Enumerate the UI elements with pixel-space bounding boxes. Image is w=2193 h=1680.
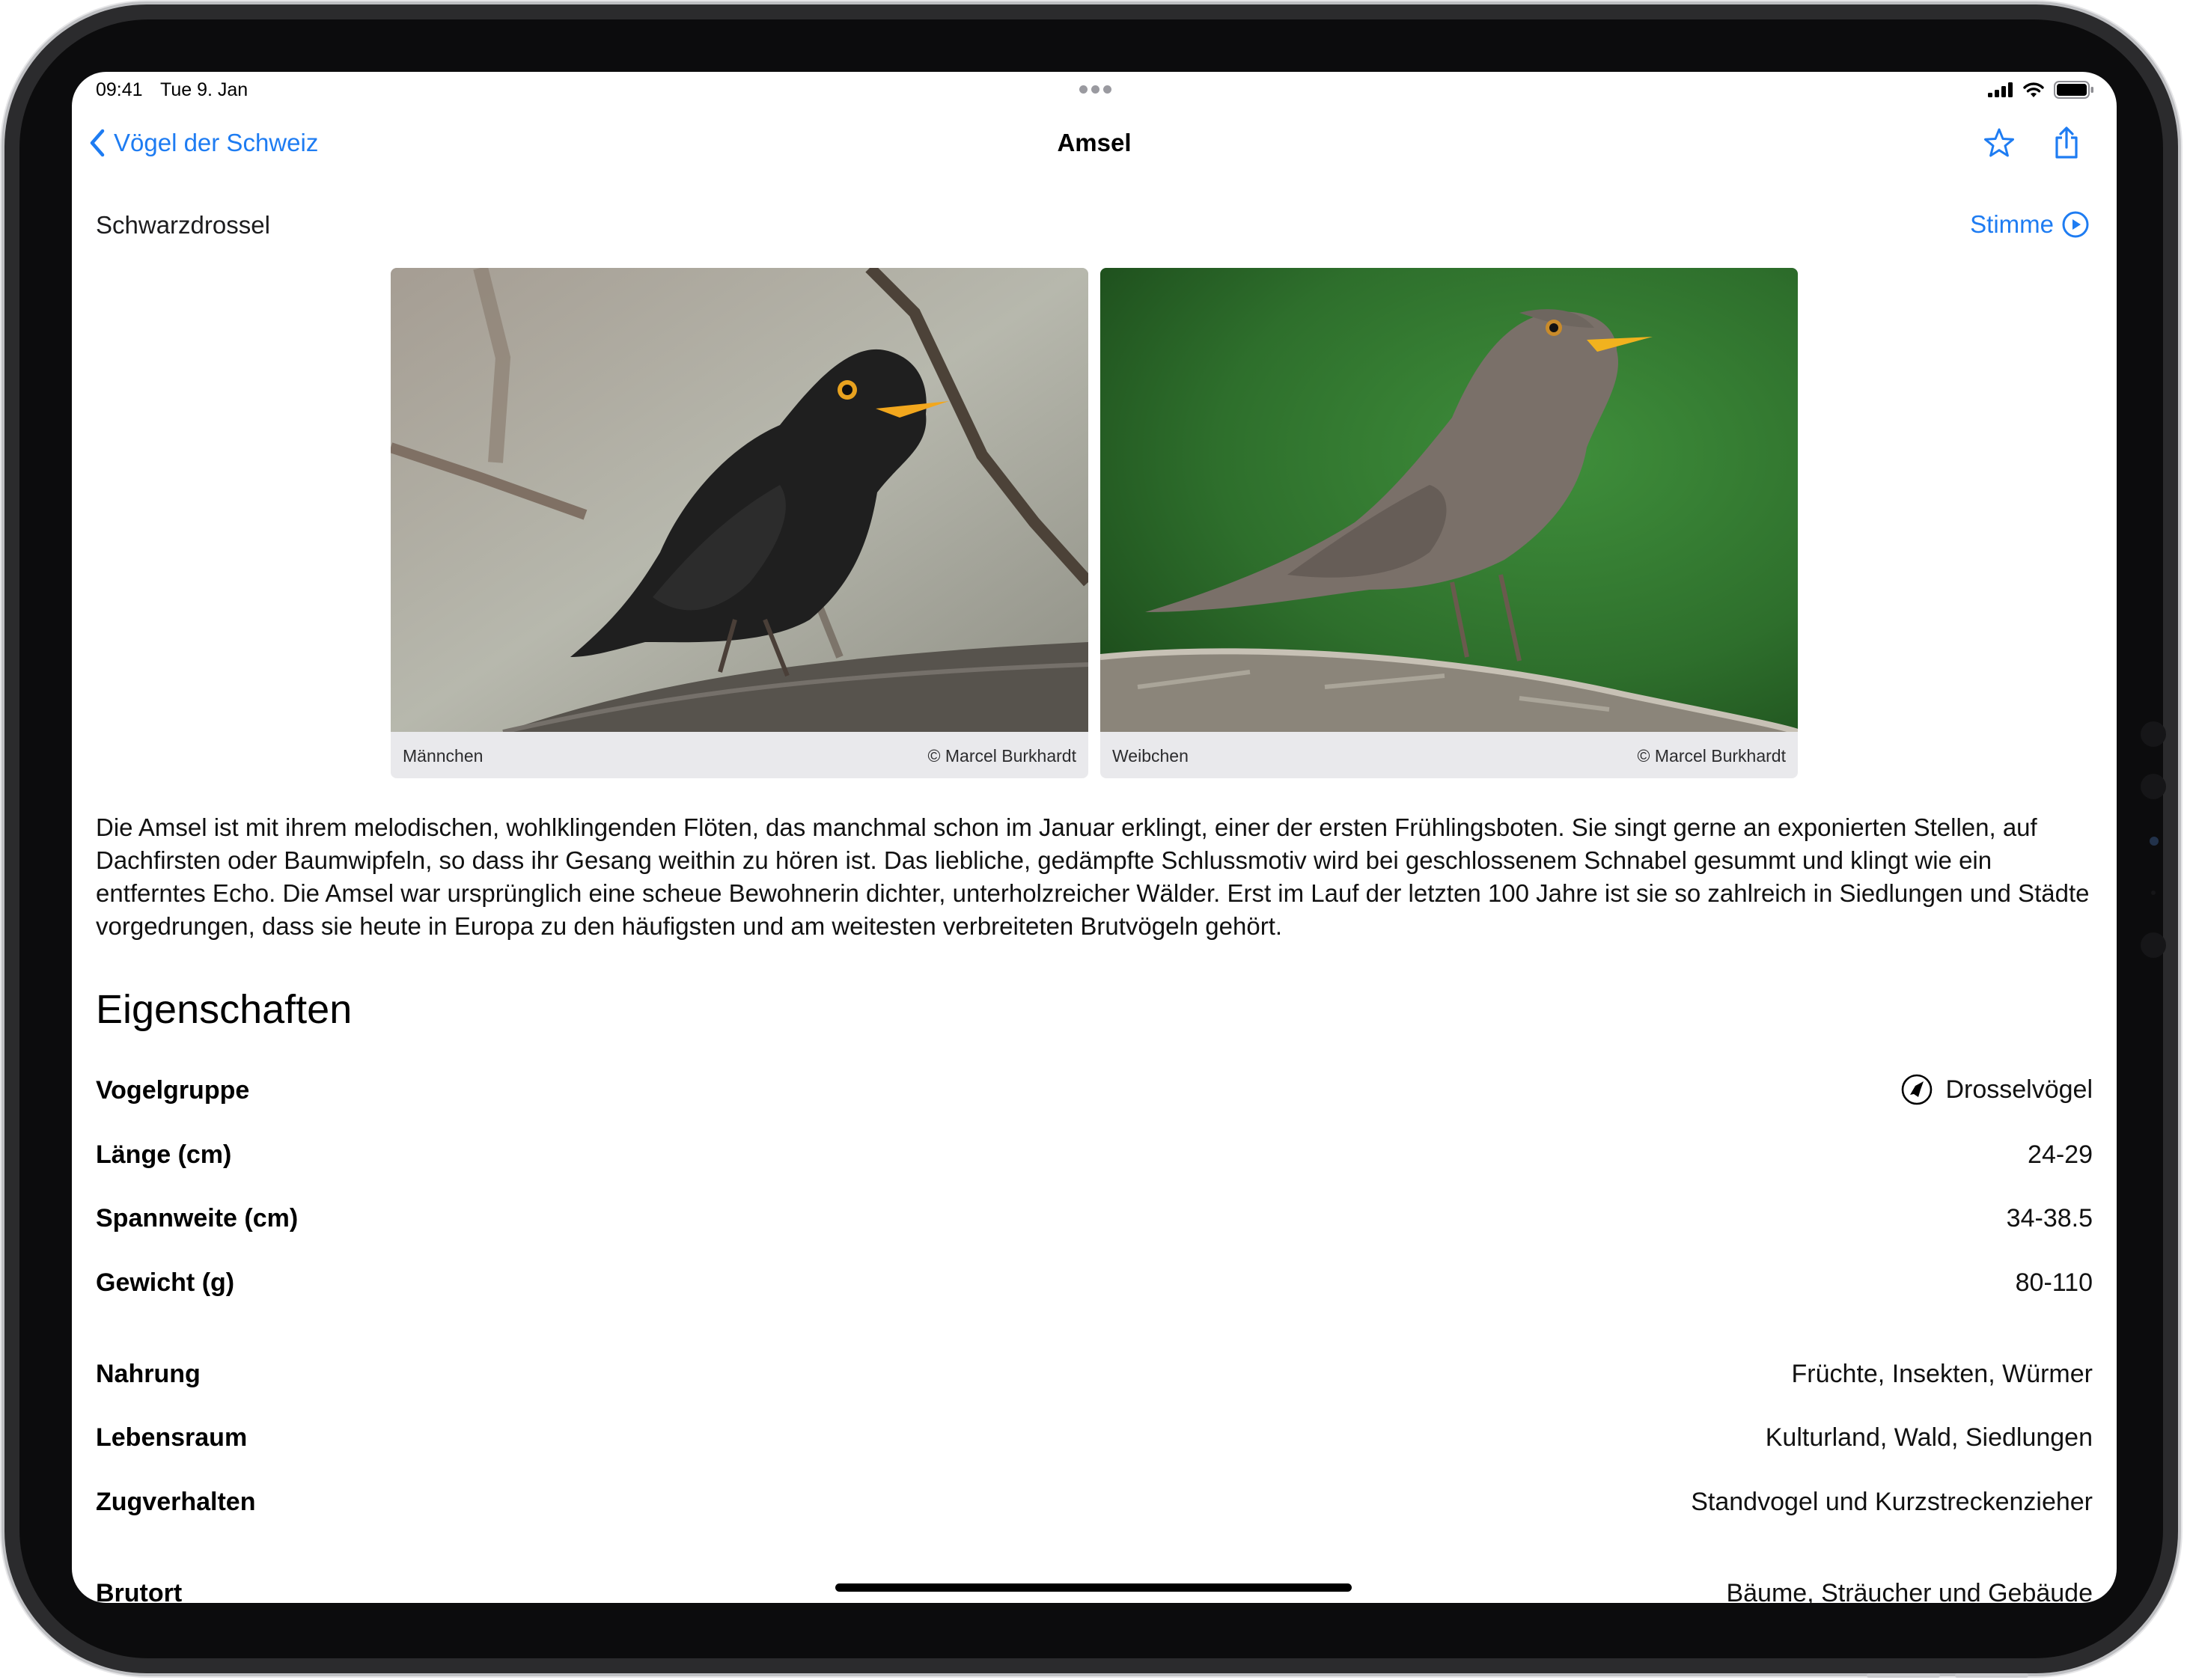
volume-button <box>1867 1673 1940 1678</box>
status-date: Tue 9. Jan <box>160 79 248 100</box>
property-label: Brutort <box>96 1579 183 1603</box>
sensor-dot <box>2151 891 2156 895</box>
property-value: Drosselvögel <box>1900 1073 2093 1106</box>
property-value: Kulturland, Wald, Siedlungen <box>1765 1423 2093 1452</box>
camera-dot <box>2141 932 2166 958</box>
property-label: Spannweite (cm) <box>96 1204 299 1232</box>
property-value: 24-29 <box>2028 1140 2093 1169</box>
photo-credit: © Marcel Burkhardt <box>927 746 1076 766</box>
battery-icon <box>2054 81 2093 99</box>
property-value: Bäume, Sträucher und Gebäude <box>1726 1579 2093 1603</box>
camera-dot <box>2141 721 2166 747</box>
property-label: Lebensraum <box>96 1423 248 1452</box>
property-label: Nahrung <box>96 1360 201 1388</box>
photo-card-male[interactable]: Männchen © Marcel Burkhardt <box>391 268 1088 778</box>
page-title: Amsel <box>1057 129 1132 156</box>
voice-play-button[interactable]: Stimme <box>1970 208 2090 241</box>
share-icon <box>2055 126 2078 159</box>
volume-button <box>1955 1673 2028 1678</box>
camera-dot <box>2141 774 2166 799</box>
cellular-signal-icon <box>1988 82 2013 97</box>
voice-label: Stimme <box>1970 210 2054 238</box>
multitasking-dots-icon[interactable] <box>1079 85 1112 94</box>
wifi-icon <box>2023 82 2044 97</box>
favorite-button[interactable] <box>1980 124 2018 162</box>
property-value: Standvogel und Kurzstreckenzieher <box>1691 1488 2093 1516</box>
property-label: Gewicht (g) <box>96 1268 235 1297</box>
photo-card-female[interactable]: Weibchen © Marcel Burkhardt <box>1100 268 1798 778</box>
photo-caption: Weibchen <box>1112 746 1189 766</box>
status-time: 09:41 <box>96 79 143 100</box>
photo-caption: Männchen <box>403 746 484 766</box>
male-blackbird-photo <box>391 268 1088 732</box>
camera-lens <box>2150 837 2159 846</box>
property-value: 80-110 <box>2015 1268 2093 1297</box>
star-icon <box>1984 128 2014 157</box>
share-button[interactable] <box>2048 124 2085 162</box>
species-description: Die Amsel ist mit ihrem melodischen, woh… <box>96 813 2090 940</box>
property-label: Vogelgruppe <box>96 1076 250 1105</box>
bird-group-icon <box>1902 1074 1933 1105</box>
species-subtitle: Schwarzdrossel <box>96 211 270 239</box>
play-circle-icon <box>2062 211 2089 238</box>
app-screen: 09:41 Tue 9. Jan Vögel der Schweiz Amsel <box>72 72 2117 1603</box>
female-blackbird-photo <box>1100 268 1798 732</box>
property-label: Zugverhalten <box>96 1488 256 1516</box>
home-indicator[interactable] <box>835 1583 1352 1592</box>
property-value-text: Drosselvögel <box>1945 1075 2093 1104</box>
photo-credit: © Marcel Burkhardt <box>1637 746 1786 766</box>
section-title: Eigenschaften <box>96 987 353 1032</box>
property-value: Früchte, Insekten, Würmer <box>1791 1360 2093 1388</box>
property-value: 34-38.5 <box>2006 1204 2093 1232</box>
property-label: Länge (cm) <box>96 1140 232 1169</box>
status-indicators <box>1988 79 2094 100</box>
